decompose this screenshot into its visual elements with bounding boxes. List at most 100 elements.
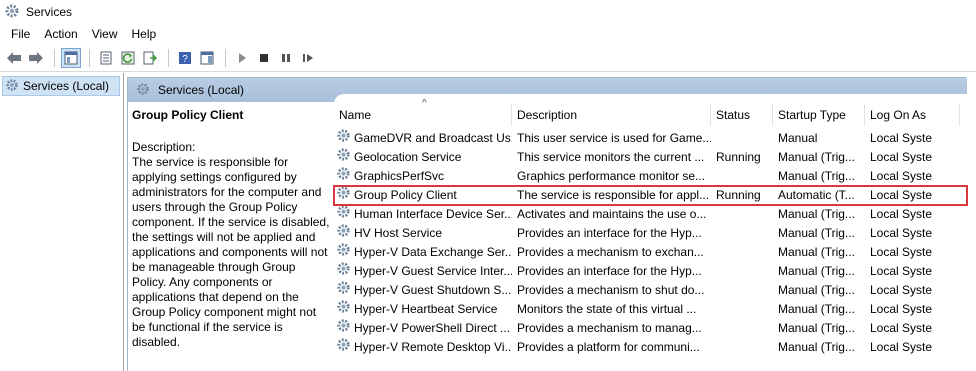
cell-startup: Manual (Trig... bbox=[778, 264, 855, 278]
table-row[interactable]: HV Host Service Provides an interface for… bbox=[334, 224, 967, 243]
cell-name: HV Host Service bbox=[334, 223, 512, 244]
table-row[interactable]: Hyper-V PowerShell Direct ... Provides a … bbox=[334, 319, 967, 338]
services-rows: GameDVR and Broadcast Us... This user ser… bbox=[333, 129, 968, 357]
cell-logon: Local Syste bbox=[870, 321, 933, 335]
table-row[interactable]: Hyper-V Remote Desktop Vi... Provides a p… bbox=[334, 338, 967, 357]
table-row[interactable]: Geolocation Service This service monitors… bbox=[334, 148, 967, 167]
start-service-icon[interactable] bbox=[232, 48, 252, 68]
back-arrow-icon[interactable] bbox=[4, 48, 24, 68]
cell-logon: Local Syste bbox=[870, 245, 933, 259]
cell-logon: Local Syste bbox=[870, 340, 933, 354]
cell-name: Hyper-V Guest Shutdown S... bbox=[334, 280, 512, 301]
cell-startup: Manual (Trig... bbox=[778, 321, 855, 335]
service-name: Group Policy Client bbox=[354, 188, 457, 202]
console-tree: Services (Local) bbox=[0, 73, 124, 371]
cell-name: GraphicsPerfSvc bbox=[334, 166, 512, 187]
help-icon[interactable]: ? bbox=[175, 48, 195, 68]
menu-help[interactable]: Help bbox=[125, 25, 164, 43]
table-row[interactable]: Group Policy Client The service is respon… bbox=[333, 185, 968, 206]
cell-logon: Local Syste bbox=[870, 188, 933, 202]
cell-description: Provides an interface for the Hyp... bbox=[517, 264, 702, 278]
table-row[interactable]: Hyper-V Heartbeat Service Monitors the st… bbox=[334, 300, 967, 319]
refresh-icon[interactable] bbox=[118, 48, 138, 68]
table-row[interactable]: GameDVR and Broadcast Us... This user ser… bbox=[334, 129, 967, 148]
menu-file[interactable]: File bbox=[4, 25, 37, 43]
services-list: ^ Name Description Status Startup Type L… bbox=[333, 94, 968, 371]
cell-description: Provides an interface for the Hyp... bbox=[517, 226, 702, 240]
description-text: The service is responsible for applying … bbox=[132, 155, 330, 349]
menu-action[interactable]: Action bbox=[37, 25, 84, 43]
forward-arrow-icon[interactable] bbox=[26, 48, 46, 68]
cell-startup: Manual (Trig... bbox=[778, 340, 855, 354]
services-app-icon bbox=[4, 3, 20, 22]
table-row[interactable]: Hyper-V Guest Service Inter... Provides a… bbox=[334, 262, 967, 281]
stop-service-icon[interactable] bbox=[254, 48, 274, 68]
cell-description: Graphics performance monitor se... bbox=[517, 169, 706, 183]
column-header-label: Log On As bbox=[870, 108, 927, 122]
service-gear-icon bbox=[336, 166, 351, 187]
cell-startup: Manual (Trig... bbox=[778, 226, 855, 240]
list-header: ^ Name Description Status Startup Type L… bbox=[334, 98, 967, 126]
column-header-name[interactable]: ^ Name bbox=[334, 98, 512, 126]
export-list-icon[interactable] bbox=[140, 48, 160, 68]
table-row[interactable]: Human Interface Device Ser... Activates a… bbox=[334, 205, 967, 224]
column-header-log-on-as[interactable]: Log On As bbox=[865, 104, 960, 126]
cell-description: Provides a mechanism to shut do... bbox=[517, 283, 705, 297]
service-name: Hyper-V Guest Service Inter... bbox=[354, 264, 512, 278]
svg-text:?: ? bbox=[182, 54, 188, 65]
show-hide-console-tree-icon[interactable] bbox=[61, 48, 81, 68]
cell-name: GameDVR and Broadcast Us... bbox=[334, 128, 512, 149]
menu-view[interactable]: View bbox=[85, 25, 125, 43]
service-gear-icon bbox=[336, 299, 351, 320]
service-gear-icon bbox=[336, 261, 351, 282]
menu-bar: File Action View Help bbox=[0, 24, 976, 44]
service-gear-icon bbox=[336, 337, 351, 358]
cell-status: Running bbox=[716, 150, 761, 164]
cell-name: Human Interface Device Ser... bbox=[334, 204, 512, 225]
toolbar-separator bbox=[168, 49, 169, 67]
service-name: Hyper-V Guest Shutdown S... bbox=[354, 283, 512, 297]
cell-startup: Manual (Trig... bbox=[778, 283, 855, 297]
column-header-description[interactable]: Description bbox=[512, 104, 711, 126]
service-gear-icon bbox=[336, 280, 351, 301]
service-gear-icon bbox=[336, 223, 351, 244]
restart-service-icon[interactable] bbox=[298, 48, 318, 68]
table-row[interactable]: Hyper-V Data Exchange Ser... Provides a m… bbox=[334, 243, 967, 262]
selected-service-title: Group Policy Client bbox=[132, 108, 244, 122]
service-gear-icon bbox=[336, 204, 351, 225]
cell-logon: Local Syste bbox=[870, 131, 933, 145]
show-action-pane-icon[interactable] bbox=[197, 48, 217, 68]
cell-startup: Manual (Trig... bbox=[778, 150, 855, 164]
cell-name: Hyper-V Remote Desktop Vi... bbox=[334, 337, 512, 358]
service-name: HV Host Service bbox=[354, 226, 443, 240]
services-main-panel: Services (Local) Group Policy Client Des… bbox=[127, 77, 968, 371]
table-row[interactable]: Hyper-V Guest Shutdown S... Provides a me… bbox=[334, 281, 967, 300]
cell-logon: Local Syste bbox=[870, 226, 933, 240]
column-header-label: Startup Type bbox=[778, 108, 846, 122]
cell-logon: Local Syste bbox=[870, 150, 933, 164]
cell-logon: Local Syste bbox=[870, 169, 933, 183]
cell-startup: Manual (Trig... bbox=[778, 302, 855, 316]
column-header-label: Name bbox=[339, 108, 372, 122]
toolbar-separator bbox=[225, 49, 226, 67]
pause-service-icon[interactable] bbox=[276, 48, 296, 68]
column-header-status[interactable]: Status bbox=[711, 104, 773, 126]
services-gear-icon bbox=[136, 82, 150, 99]
toolbar: ? bbox=[0, 45, 976, 72]
tree-item-services-local[interactable]: Services (Local) bbox=[2, 76, 120, 96]
service-gear-icon bbox=[336, 318, 351, 339]
service-name: Hyper-V Remote Desktop Vi... bbox=[354, 340, 512, 354]
cell-logon: Local Syste bbox=[870, 302, 933, 316]
cell-logon: Local Syste bbox=[870, 283, 933, 297]
main-panel-title: Services (Local) bbox=[158, 83, 245, 97]
service-gear-icon bbox=[336, 185, 351, 206]
properties-sheet-icon[interactable] bbox=[96, 48, 116, 68]
description-pane: Group Policy Client Description: The ser… bbox=[128, 102, 334, 371]
service-name: Human Interface Device Ser... bbox=[354, 207, 512, 221]
tree-item-label: Services (Local) bbox=[23, 79, 110, 93]
service-name: GraphicsPerfSvc bbox=[354, 169, 445, 183]
table-row[interactable]: GraphicsPerfSvc Graphics performance moni… bbox=[334, 167, 967, 186]
cell-description: This user service is used for Game... bbox=[517, 131, 711, 145]
column-header-startup-type[interactable]: Startup Type bbox=[773, 104, 865, 126]
cell-description: Provides a mechanism to manag... bbox=[517, 321, 702, 335]
